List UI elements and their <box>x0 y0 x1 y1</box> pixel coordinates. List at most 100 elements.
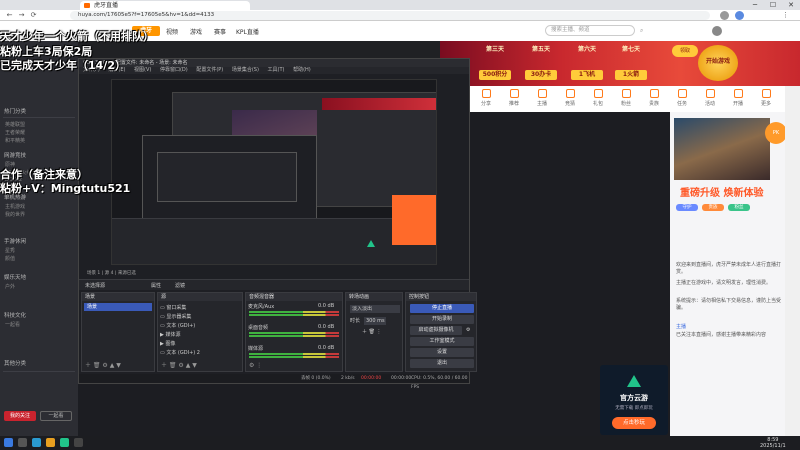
app-icon[interactable] <box>60 438 69 447</box>
room-tool[interactable]: 活动 <box>696 89 724 107</box>
url-field[interactable]: huya.com/17605e5?f=17605e5&hv=1&dd=4133 <box>70 11 710 20</box>
start-game-badge[interactable]: 开始游戏 <box>698 45 738 81</box>
forward-icon[interactable]: → <box>16 10 27 21</box>
edge-icon[interactable] <box>32 438 41 447</box>
source-item[interactable]: ▭ 显示器采集 <box>160 313 191 320</box>
banner-prize: 500积分 <box>479 70 511 80</box>
start-icon[interactable] <box>4 438 13 447</box>
menu-scene-collection[interactable]: 场景集合(S) <box>232 67 259 73</box>
room-tool[interactable]: 更多 <box>752 89 780 107</box>
controls-title: 控制按钮 <box>406 293 476 301</box>
minimize-button[interactable]: ─ <box>746 0 764 10</box>
category-item[interactable]: 英雄联盟 <box>5 121 25 128</box>
explorer-icon[interactable] <box>46 438 55 447</box>
menu-profile[interactable]: 配置文件(P) <box>196 67 223 73</box>
settings-button[interactable]: 设置 <box>410 348 474 357</box>
sources-dock-controls[interactable]: ＋ 🗑 ⚙ ▲ ▼ <box>161 360 197 369</box>
search-icon[interactable] <box>18 438 27 447</box>
source-item[interactable]: ▭ 文本 (GDI+) 2 <box>160 349 200 356</box>
cloud-game-play-button[interactable]: 点击秒玩 <box>612 417 656 429</box>
category-item[interactable]: 主机游戏 <box>5 203 25 210</box>
studio-mode-button[interactable]: 工作室模式 <box>410 337 474 346</box>
source-item[interactable]: ▭ 文本 (GDI+) <box>160 322 195 329</box>
chip[interactable]: 粉丝 <box>728 204 750 211</box>
clock[interactable]: 8:59 2025/11/1 <box>760 437 786 449</box>
menu-tools[interactable]: 工具(T) <box>268 67 285 73</box>
user-avatar[interactable] <box>712 26 722 36</box>
transition-select[interactable]: 淡入淡出 <box>350 305 400 313</box>
profile-avatar-icon[interactable] <box>735 11 744 20</box>
category-item[interactable]: 王者荣耀 <box>5 129 25 136</box>
source-item[interactable]: ▭ 窗口采集 <box>160 304 186 311</box>
banner-prize: 30办卡 <box>525 70 557 80</box>
browser-tab[interactable]: 虎牙直播 <box>80 1 250 10</box>
menu-docks[interactable]: 停靠窗口(D) <box>160 67 188 73</box>
transition-add-icon[interactable]: ＋ 🗑 ⋮ <box>362 328 382 335</box>
room-tool[interactable]: 粉丝 <box>612 89 640 107</box>
nav-match[interactable]: 赛事 <box>214 27 226 36</box>
recursive-capture <box>111 79 437 265</box>
room-tool[interactable]: 礼包 <box>584 89 612 107</box>
room-tool[interactable]: 推荐 <box>500 89 528 107</box>
obs-icon[interactable] <box>74 438 83 447</box>
category-item[interactable]: 我的世界 <box>5 211 25 218</box>
virtual-camera-settings-icon[interactable]: ⚙ <box>466 327 470 333</box>
stop-streaming-button[interactable]: 停止直播 <box>410 304 474 313</box>
search-icon[interactable]: ⌕ <box>640 27 643 35</box>
menu-view[interactable]: 视图(V) <box>134 67 151 73</box>
properties-button[interactable]: 属性 <box>151 282 161 289</box>
page-scrollbar[interactable] <box>785 86 800 436</box>
virtual-camera-button[interactable]: 启动虚拟摄像机 <box>410 326 462 335</box>
back-icon[interactable]: ← <box>4 10 15 21</box>
chip[interactable]: 贵族 <box>702 204 724 211</box>
room-tool[interactable]: 任务 <box>668 89 696 107</box>
banner-day-label: 第七天 <box>621 46 640 53</box>
room-tool[interactable]: 分享 <box>472 89 500 107</box>
category-item[interactable]: 和平精英 <box>5 137 25 144</box>
nav-video[interactable]: 视频 <box>166 27 178 36</box>
scene-item[interactable]: 场景 <box>84 303 152 311</box>
scenes-dock-controls[interactable]: ＋ 🗑 ⚙ ▲ ▼ <box>85 360 121 369</box>
chat-message: 系统提示：请勿相信私下交易信息，谨防上当受骗。 <box>676 298 782 311</box>
event-banner[interactable]: 第三天 500积分 第五天 30办卡 第六天 1飞机 第七天 1火箭 领取 开始… <box>440 41 800 86</box>
category-item[interactable]: 颜值 <box>5 255 15 262</box>
category-item[interactable]: 户外 <box>5 283 15 290</box>
room-tool[interactable]: 主播 <box>528 89 556 107</box>
maximize-button[interactable]: ☐ <box>764 0 782 10</box>
obs-preview[interactable] <box>111 79 437 265</box>
mixer-settings-icon[interactable]: ⚙ ⋮ <box>249 362 262 369</box>
bitrate: 2 kb/s <box>341 376 355 381</box>
category-item[interactable]: 一起看 <box>5 321 20 328</box>
broadcast-icon <box>733 89 743 98</box>
close-window-button[interactable]: ✕ <box>782 0 800 10</box>
site-search-input[interactable]: 搜索主播、频道 <box>545 25 635 36</box>
extension-icon[interactable] <box>720 11 729 20</box>
start-recording-button[interactable]: 开始录制 <box>410 315 474 324</box>
reload-icon[interactable]: ⟳ <box>28 10 39 21</box>
chip[interactable]: 守护 <box>676 204 698 211</box>
source-item[interactable]: ▶ 图像 <box>160 340 175 347</box>
chat-username[interactable]: 主播 <box>676 324 781 331</box>
source-item[interactable]: ▶ 媒体源 <box>160 331 180 338</box>
menu-help[interactable]: 帮助(H) <box>293 67 311 73</box>
browser-menu-icon[interactable]: ⋮ <box>780 10 791 21</box>
nav-game[interactable]: 游戏 <box>190 27 202 36</box>
exit-button[interactable]: 退出 <box>410 359 474 368</box>
room-tool[interactable]: 开播 <box>724 89 752 107</box>
filters-button[interactable]: 滤镜 <box>175 282 185 289</box>
banner-day: 第五天 30办卡 <box>522 44 560 84</box>
watch-together-button[interactable]: 一起看 <box>40 411 72 421</box>
category-item[interactable]: 星秀 <box>5 247 15 254</box>
room-tool[interactable]: 竞猜 <box>556 89 584 107</box>
pk-badge[interactable]: PK <box>765 122 787 144</box>
banner-claim-button[interactable]: 领取 <box>672 45 698 57</box>
room-tool-label: 开播 <box>732 101 743 107</box>
duration-input[interactable]: 300 ms <box>364 317 386 325</box>
cloud-game-card[interactable]: 官方云游 无需下载 即点即玩 点击秒玩 <box>600 365 668 435</box>
chat-message: 已关注本直播间，感谢主播带来精彩内容 <box>676 332 767 338</box>
mini-video-preview[interactable] <box>674 118 770 180</box>
room-tool[interactable]: 贵族 <box>640 89 668 107</box>
following-button[interactable]: 我的关注 <box>4 411 36 421</box>
divider <box>3 117 75 118</box>
nav-kpl[interactable]: KPL直播 <box>236 27 259 36</box>
